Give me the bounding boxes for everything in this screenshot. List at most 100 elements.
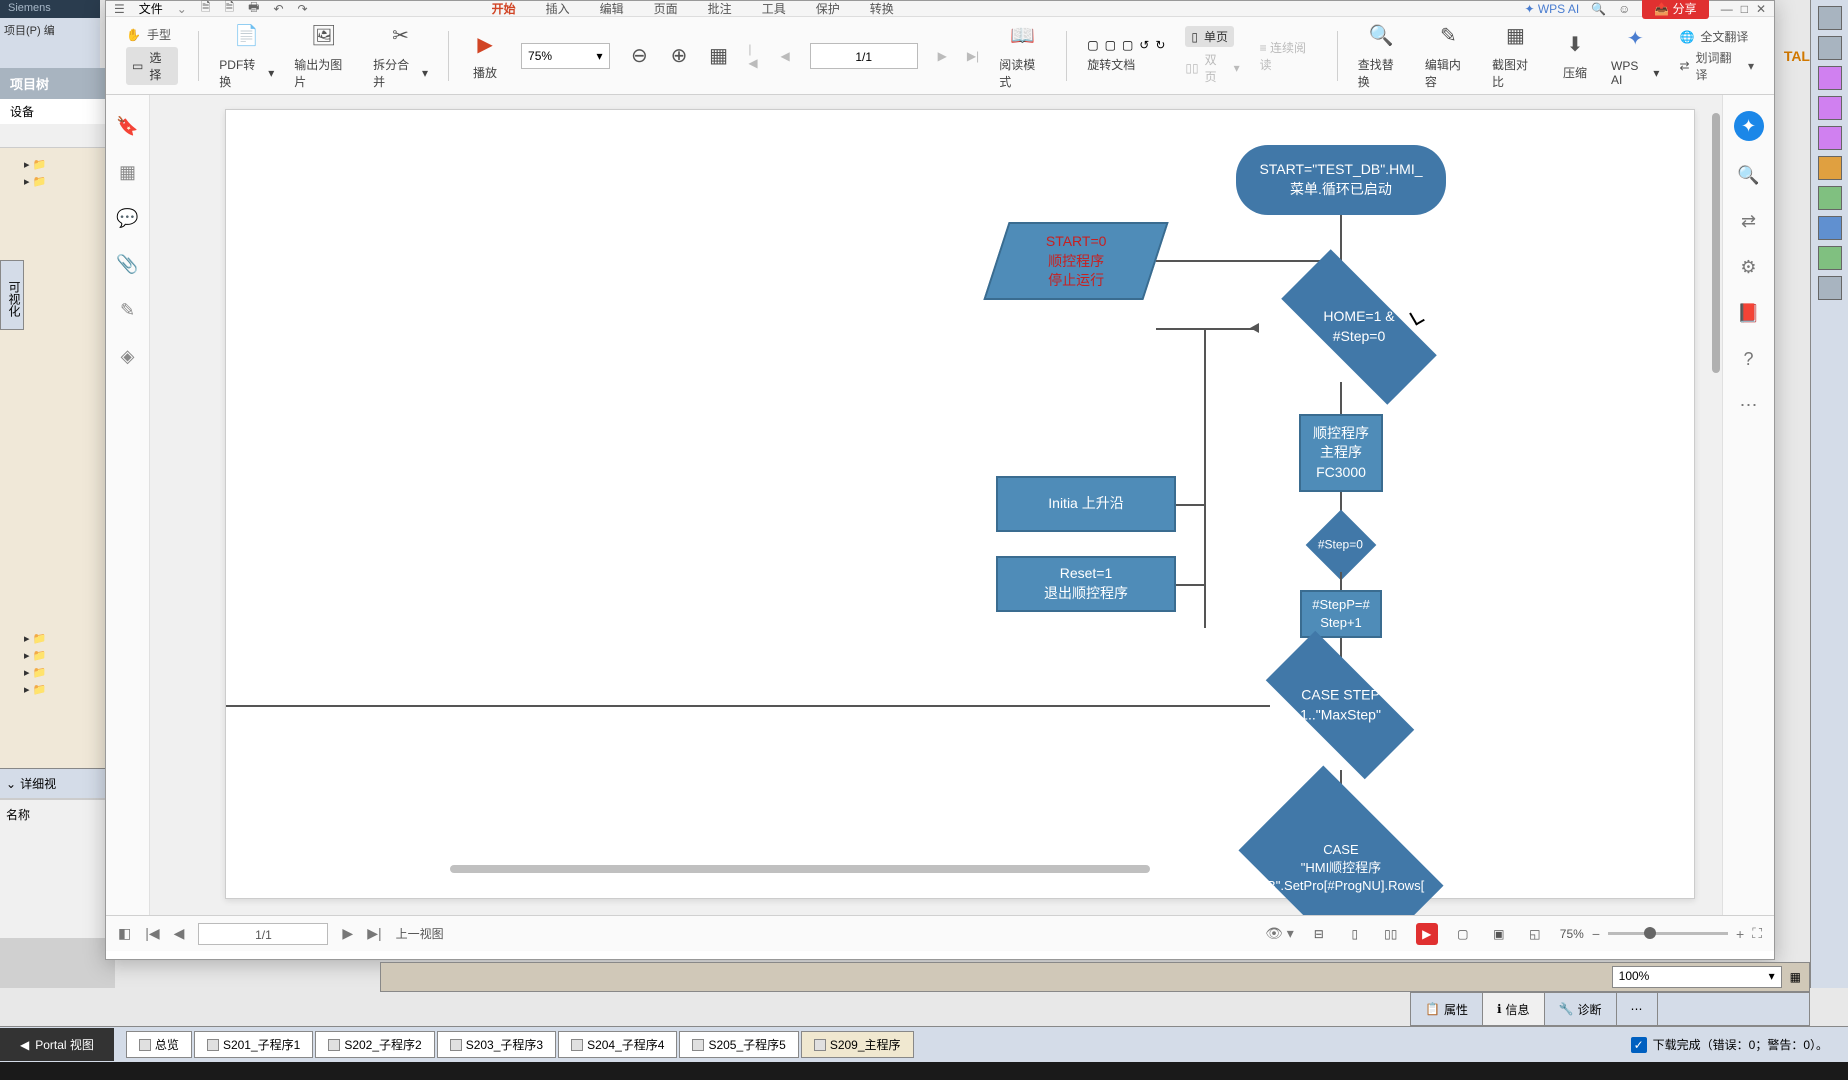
- status-tab-s205[interactable]: S205_子程序5: [679, 1031, 798, 1058]
- eye-icon[interactable]: 👁 ▾: [1265, 925, 1294, 942]
- save-as-icon[interactable]: 🗎: [225, 0, 235, 19]
- close-icon[interactable]: ✕: [1756, 2, 1766, 16]
- right-icon-2[interactable]: [1818, 36, 1842, 60]
- horizontal-scrollbar[interactable]: [200, 863, 1662, 875]
- output-image[interactable]: 🖼输出为图片: [294, 22, 353, 90]
- right-icon-5[interactable]: [1818, 126, 1842, 150]
- rotate-doc[interactable]: 旋转文档: [1087, 56, 1135, 73]
- device-tab[interactable]: 设备: [0, 99, 115, 124]
- search-icon-r[interactable]: 🔍: [1737, 163, 1761, 187]
- single-page[interactable]: ▯ 单页: [1185, 26, 1234, 47]
- prop-tab-more[interactable]: ⋯: [1617, 993, 1658, 1025]
- wps-ai-link[interactable]: ✦ WPS AI: [1524, 2, 1579, 16]
- tab-start[interactable]: 开始: [492, 0, 516, 17]
- find-replace[interactable]: 🔍查找替换: [1358, 22, 1405, 90]
- next-page-icon[interactable]: ▶: [938, 49, 947, 63]
- maximize-icon[interactable]: □: [1741, 2, 1748, 16]
- first-page-icon[interactable]: |◀: [748, 42, 760, 70]
- fulltext-translate[interactable]: 🌐 全文翻译: [1679, 28, 1748, 45]
- fit-width-icon[interactable]: ▢: [1087, 38, 1098, 52]
- prev-page-ft[interactable]: ◀: [174, 925, 185, 942]
- view-mode-6[interactable]: ▣: [1488, 923, 1510, 945]
- status-tab-s201[interactable]: S201_子程序1: [194, 1031, 313, 1058]
- smile-icon[interactable]: ☺: [1618, 2, 1630, 16]
- share-button[interactable]: 📤 分享: [1642, 0, 1708, 19]
- status-tab-s209[interactable]: S209_主程序: [801, 1031, 914, 1058]
- right-icon-1[interactable]: [1818, 6, 1842, 30]
- wps-ai-tool[interactable]: ✦WPS AI ▾: [1611, 25, 1659, 87]
- sidebar-toggle-icon[interactable]: ◧: [118, 925, 131, 942]
- zoom-in-ft[interactable]: +: [1736, 926, 1744, 942]
- prop-tab-diagnostics[interactable]: 🔧 诊断: [1545, 993, 1617, 1025]
- zoom-in-icon[interactable]: ⊕: [669, 42, 689, 70]
- search-icon[interactable]: 🔍: [1591, 2, 1606, 16]
- minimize-icon[interactable]: —: [1721, 2, 1733, 16]
- pdf-convert[interactable]: 📄PDF转换 ▾: [219, 22, 274, 90]
- prev-view-label[interactable]: 上一视图: [396, 925, 444, 942]
- tree-body[interactable]: ▸ 📁 ▸ 📁 ▸ 📁 ▸ 📁 ▸ 📁 ▸ 📁: [0, 148, 115, 768]
- screenshot-compare[interactable]: ▦截图对比: [1492, 22, 1539, 90]
- last-page-icon[interactable]: ▶|: [967, 49, 979, 63]
- tab-insert[interactable]: 插入: [546, 0, 570, 17]
- next-page-ft[interactable]: ▶: [342, 925, 353, 942]
- actual-size-icon[interactable]: ▢: [1122, 38, 1133, 52]
- tab-tools[interactable]: 工具: [762, 0, 786, 17]
- detail-header[interactable]: ⌄ 详细视: [0, 768, 115, 798]
- redo-icon[interactable]: ↷: [298, 2, 308, 16]
- right-icon-4[interactable]: [1818, 96, 1842, 120]
- tab-protect[interactable]: 保护: [816, 0, 840, 17]
- chevron-icon[interactable]: ⌄: [177, 2, 187, 16]
- tia-zoom-select[interactable]: 100%▾: [1612, 966, 1782, 988]
- portal-button[interactable]: ◀ Portal 视图: [0, 1028, 114, 1061]
- more-icon[interactable]: ⋯: [1737, 393, 1761, 417]
- print-icon[interactable]: 🖶: [248, 0, 259, 19]
- right-icon-10[interactable]: [1818, 276, 1842, 300]
- double-page[interactable]: ▯▯ 双页 ▾: [1185, 51, 1239, 85]
- zoom-out-ft[interactable]: −: [1592, 926, 1600, 942]
- save-icon[interactable]: 🗎: [201, 0, 211, 19]
- rotate-left-icon[interactable]: ↺: [1139, 38, 1149, 52]
- status-tab-s204[interactable]: S204_子程序4: [558, 1031, 677, 1058]
- right-icon-8[interactable]: [1818, 216, 1842, 240]
- status-tab-overview[interactable]: 总览: [126, 1031, 192, 1058]
- view-mode-3[interactable]: ▯▯: [1380, 923, 1402, 945]
- zoom-ext-icon[interactable]: ▦: [1790, 970, 1801, 984]
- fit-page-icon[interactable]: ▢: [1105, 38, 1116, 52]
- fit-icon[interactable]: ▦: [709, 42, 729, 70]
- right-icon-7[interactable]: [1818, 186, 1842, 210]
- zoom-out-icon[interactable]: ⊖: [630, 42, 650, 70]
- last-page-ft[interactable]: ▶|: [367, 925, 381, 942]
- status-tab-s202[interactable]: S202_子程序2: [315, 1031, 434, 1058]
- status-tab-s203[interactable]: S203_子程序3: [437, 1031, 556, 1058]
- select-tool[interactable]: ▭ 选择: [126, 47, 178, 85]
- project-tree-header[interactable]: 项目树: [0, 68, 115, 99]
- split-merge[interactable]: ✂拆分合并 ▾: [373, 22, 428, 90]
- settings-icon[interactable]: ⚙: [1737, 255, 1761, 279]
- right-icon-3[interactable]: [1818, 66, 1842, 90]
- tab-convert[interactable]: 转换: [870, 0, 894, 17]
- view-mode-5[interactable]: ▢: [1452, 923, 1474, 945]
- first-page-ft[interactable]: |◀: [145, 925, 159, 942]
- prop-tab-properties[interactable]: 📋 属性: [1411, 993, 1483, 1025]
- ai-assistant-icon[interactable]: ✦: [1734, 111, 1764, 141]
- book-icon[interactable]: 📕: [1737, 301, 1761, 325]
- read-mode[interactable]: 📖阅读模式: [999, 22, 1046, 90]
- zoom-slider[interactable]: [1608, 932, 1728, 935]
- prev-page-icon[interactable]: ◀: [780, 49, 789, 63]
- layers-icon[interactable]: ◈: [117, 345, 139, 367]
- page-input[interactable]: 1/1: [810, 43, 918, 69]
- attachment-icon[interactable]: 📎: [117, 253, 139, 275]
- prop-tab-info[interactable]: ℹ 信息: [1483, 993, 1545, 1025]
- signature-icon[interactable]: ✎: [117, 299, 139, 321]
- pdf-canvas[interactable]: START="TEST_DB".HMI_ 菜单.循环已启动 START=0 顺控…: [150, 95, 1722, 915]
- tab-annotate[interactable]: 批注: [708, 0, 732, 17]
- view-mode-play[interactable]: ▶: [1416, 923, 1438, 945]
- thumbnail-icon[interactable]: ▦: [117, 161, 139, 183]
- edit-content[interactable]: ✎编辑内容: [1425, 22, 1472, 90]
- sync-icon[interactable]: ⇄: [1737, 209, 1761, 233]
- rotate-right-icon[interactable]: ↻: [1155, 38, 1165, 52]
- footer-page-input[interactable]: 1/1: [198, 923, 328, 945]
- tab-edit[interactable]: 编辑: [600, 0, 624, 17]
- menu-icon[interactable]: ☰: [114, 2, 125, 16]
- file-menu[interactable]: 文件: [139, 0, 163, 17]
